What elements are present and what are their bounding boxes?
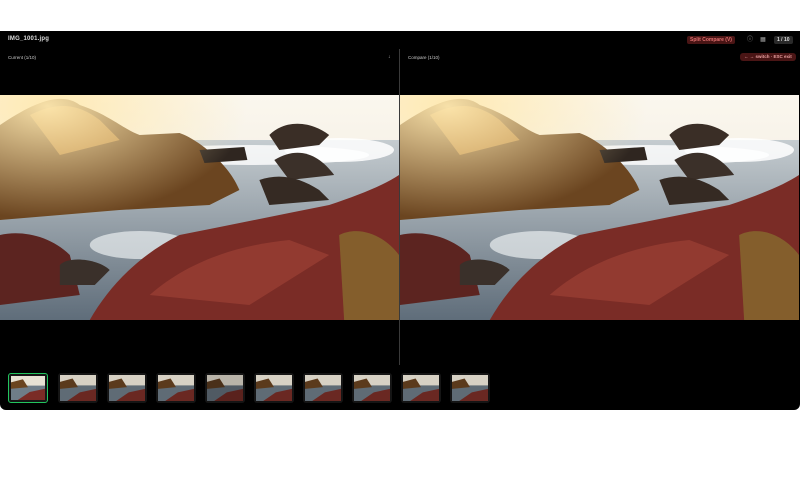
thumbnail[interactable] (8, 373, 48, 403)
switch-hint-badge[interactable]: ← → switch · ESC exit (740, 53, 796, 61)
thumbnail[interactable] (303, 373, 343, 403)
thumbnail[interactable] (254, 373, 294, 403)
compare-viewer: IMG_1001.jpg Split Compare (V) ⓘ ▦ 1 / 1… (0, 31, 800, 410)
current-pane-label: Current (1/10) (8, 55, 37, 60)
filename: IMG_1001.jpg (8, 36, 50, 42)
thumbnail[interactable] (58, 373, 98, 403)
thumbnail[interactable] (205, 373, 245, 403)
split-compare-button[interactable]: Split Compare (V) (687, 36, 735, 44)
thumbnail-strip (0, 369, 800, 407)
image-counter: 1 / 10 (774, 36, 793, 44)
thumbnail[interactable] (107, 373, 147, 403)
compare-pane-label: Compare (1/10) (408, 55, 440, 60)
grid-icon[interactable]: ▦ (759, 36, 767, 44)
download-icon[interactable]: ↓ (388, 54, 391, 60)
thumbnail[interactable] (352, 373, 392, 403)
current-image (0, 95, 399, 320)
thumbnail[interactable] (156, 373, 196, 403)
compare-image (400, 95, 799, 320)
top-bar: IMG_1001.jpg Split Compare (V) ⓘ ▦ 1 / 1… (0, 31, 800, 49)
thumbnail[interactable] (401, 373, 441, 403)
info-icon[interactable]: ⓘ (746, 36, 754, 44)
thumbnail[interactable] (450, 373, 490, 403)
